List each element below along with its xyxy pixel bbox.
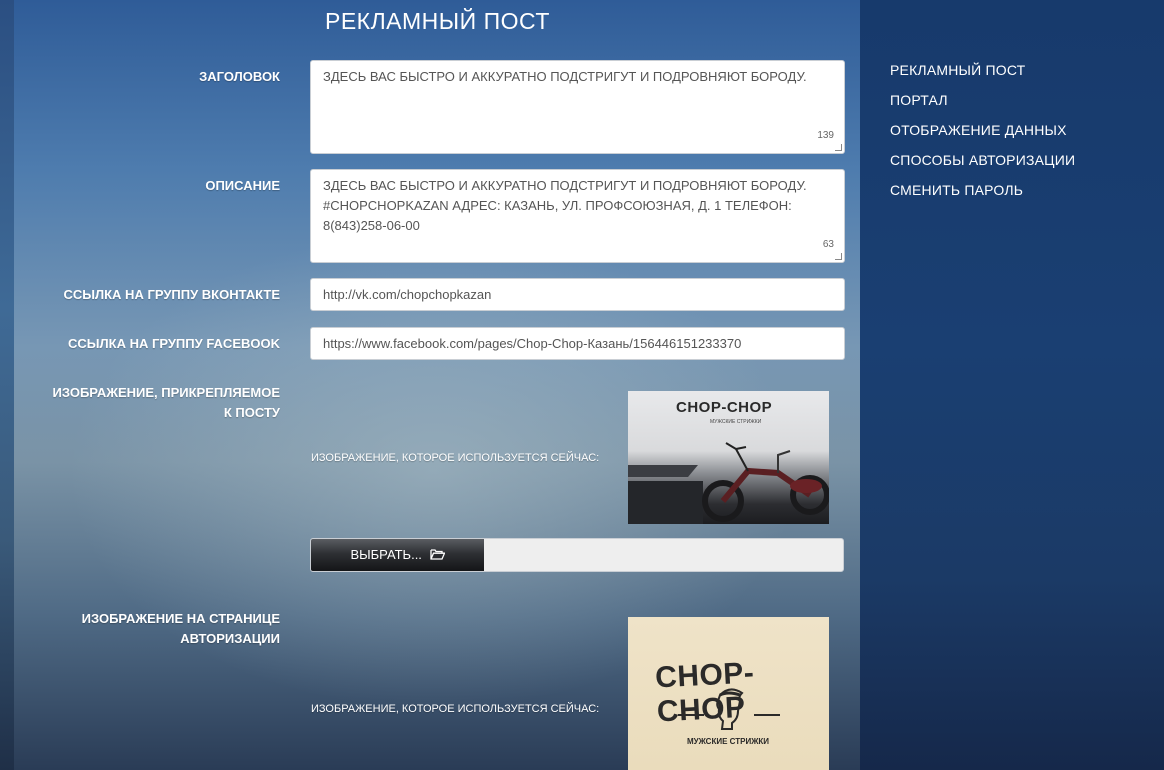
barber-head-icon xyxy=(716,688,744,730)
post-image-label-line2: К ПОСТУ xyxy=(223,405,280,420)
post-image-preview: CHOP-CHOP МУЖСКИЕ СТРИЖКИ xyxy=(628,391,829,524)
description-textarea-value: ЗДЕСЬ ВАС БЫСТРО И АККУРАТНО ПОДСТРИГУТ … xyxy=(323,178,807,233)
logo-right-line xyxy=(754,714,780,716)
title-textarea[interactable]: ЗДЕСЬ ВАС БЫСТРО И АККУРАТНО ПОДСТРИГУТ … xyxy=(310,60,845,154)
sidebar-item-ad-post[interactable]: РЕКЛАМНЫЙ ПОСТ xyxy=(890,62,1025,78)
file-picker[interactable]: ВЫБРАТЬ... xyxy=(310,538,844,572)
auth-image-label: ИЗОБРАЖЕНИЕ НА СТРАНИЦЕ АВТОРИЗАЦИИ xyxy=(82,609,280,649)
vk-link-label: ССЫЛКА НА ГРУППУ ВКОНТАКТЕ xyxy=(63,287,281,302)
title-textarea-value: ЗДЕСЬ ВАС БЫСТРО И АККУРАТНО ПОДСТРИГУТ … xyxy=(323,69,807,84)
auth-image-preview: CHOP-CHOP МУЖСКИЕ СТРИЖКИ xyxy=(628,617,829,770)
description-label: ОПИСАНИЕ xyxy=(205,178,280,193)
current-post-image-label: ИЗОБРАЖЕНИЕ, КОТОРОЕ ИСПОЛЬЗУЕТСЯ СЕЙЧАС… xyxy=(311,452,600,464)
sidebar-item-change-password[interactable]: СМЕНИТЬ ПАРОЛЬ xyxy=(890,182,1023,198)
sidebar-item-data-display[interactable]: ОТОБРАЖЕНИЕ ДАННЫХ xyxy=(890,122,1067,138)
left-background xyxy=(0,0,14,770)
folder-open-icon xyxy=(429,540,446,571)
fb-link-label: ССЫЛКА НА ГРУППУ FACEBOOK xyxy=(68,336,280,351)
choose-file-button-label: ВЫБРАТЬ... xyxy=(350,547,422,562)
fb-link-input[interactable]: https://www.facebook.com/pages/Chop-Chop… xyxy=(310,327,845,360)
auth-image-logo-sub: МУЖСКИЕ СТРИЖКИ xyxy=(687,737,770,746)
title-label: ЗАГОЛОВОК xyxy=(199,69,280,84)
vk-link-input[interactable]: http://vk.com/chopchopkazan xyxy=(310,278,845,311)
post-image-label: ИЗОБРАЖЕНИЕ, ПРИКРЕПЛЯЕМОЕ К ПОСТУ xyxy=(53,383,280,423)
auth-image-label-line1: ИЗОБРАЖЕНИЕ НА СТРАНИЦЕ xyxy=(81,611,280,626)
sidebar-item-portal[interactable]: ПОРТАЛ xyxy=(890,92,948,108)
resize-grip-icon[interactable] xyxy=(835,144,842,151)
post-image-label-line1: ИЗОБРАЖЕНИЕ, ПРИКРЕПЛЯЕМОЕ xyxy=(52,385,280,400)
logo-left-line xyxy=(678,714,704,716)
motorcycle-icon xyxy=(628,442,829,524)
sidebar-item-auth-methods[interactable]: СПОСОБЫ АВТОРИЗАЦИИ xyxy=(890,152,1075,168)
auth-image-label-line2: АВТОРИЗАЦИИ xyxy=(180,631,280,646)
resize-grip-icon[interactable] xyxy=(835,253,842,260)
page-title: РЕКЛАМНЫЙ ПОСТ xyxy=(325,8,550,34)
choose-file-button[interactable]: ВЫБРАТЬ... xyxy=(311,539,484,571)
sidebar xyxy=(860,0,1164,770)
description-char-counter: 63 xyxy=(822,239,834,250)
title-char-counter: 139 xyxy=(817,130,834,141)
description-textarea[interactable]: ЗДЕСЬ ВАС БЫСТРО И АККУРАТНО ПОДСТРИГУТ … xyxy=(310,169,845,263)
current-auth-image-label: ИЗОБРАЖЕНИЕ, КОТОРОЕ ИСПОЛЬЗУЕТСЯ СЕЙЧАС… xyxy=(311,703,600,715)
